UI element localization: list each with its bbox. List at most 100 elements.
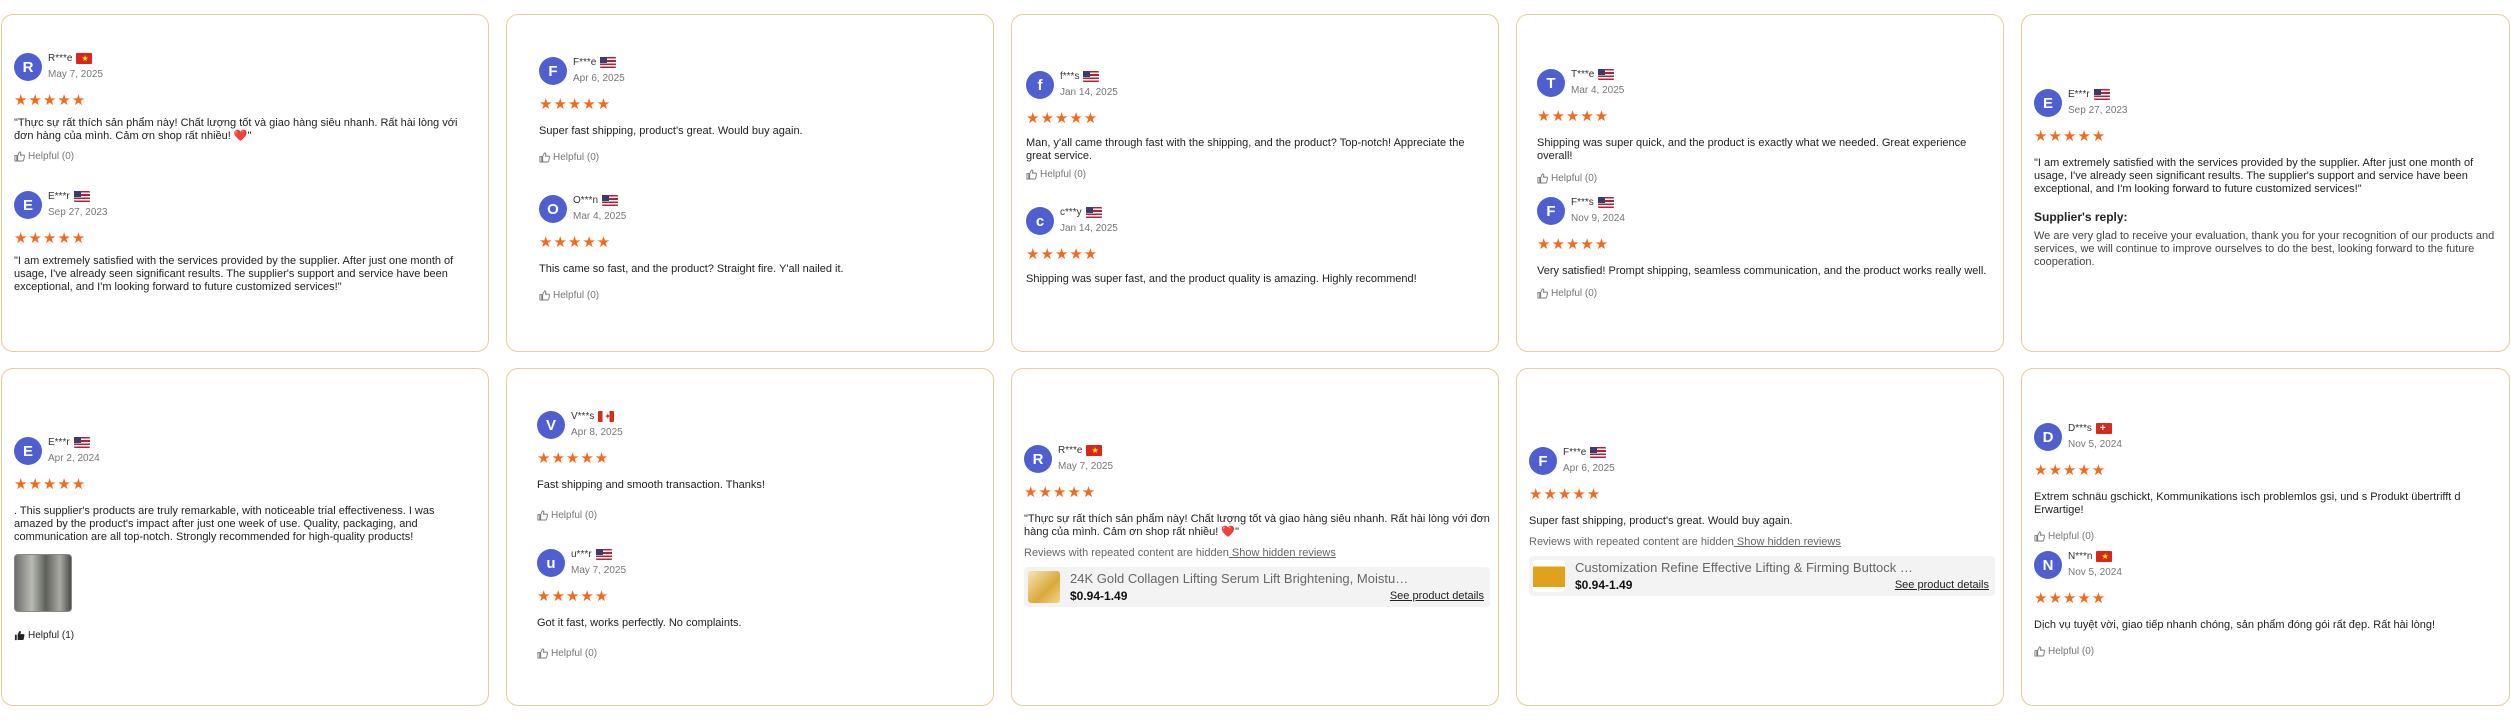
star-rating: ★★★★★ — [539, 234, 612, 251]
star-rating: ★★★★★ — [1529, 486, 1602, 503]
reviewer-name: E***r — [2068, 89, 2110, 100]
review-text: Fast shipping and smooth transaction. Th… — [537, 479, 765, 491]
avatar: R — [14, 53, 42, 81]
review-date: Nov 9, 2024 — [1571, 213, 1625, 224]
review-date: Apr 8, 2025 — [571, 427, 623, 438]
helpful-button[interactable]: Helpful (0) — [1026, 169, 1486, 180]
reviewer-name: F***e — [573, 57, 617, 68]
review-text: Extrem schnäu gschickt, Kommunikations i… — [2034, 491, 2461, 516]
star-rating: ★★★★★ — [1026, 110, 1099, 127]
product-thumbnail — [1028, 571, 1060, 603]
star-rating: ★★★★★ — [1026, 246, 1099, 263]
star-rating: ★★★★★ — [537, 588, 610, 605]
review-item: E E***r Sep 27, 2023 ★★★★★ "I am extremely… — [2034, 89, 2495, 269]
star-rating: ★★★★★ — [2034, 128, 2107, 145]
show-hidden-reviews-link[interactable]: Show hidden reviews — [1734, 536, 1841, 548]
avatar: V — [537, 411, 565, 439]
flag-us-icon — [1598, 69, 1615, 80]
avatar: F — [539, 57, 567, 85]
star-rating: ★★★★★ — [14, 230, 87, 247]
helpful-button[interactable]: Helpful (0) — [14, 151, 476, 162]
helpful-button[interactable]: Helpful (0) — [1537, 288, 1991, 299]
review-item: R R***e ★ May 7, 2025 ★★★★★ "Thực sự rất th… — [1024, 445, 1490, 607]
review-item: R R***e ★ May 7, 2025 ★★★★★ "Thực sự rất th… — [14, 53, 476, 162]
review-text: Super fast shipping, product's great. Wo… — [1529, 515, 1793, 527]
flag-us-icon — [1085, 207, 1102, 218]
thumbs-up-icon — [537, 510, 548, 521]
review-card: E E***r Sep 27, 2023 ★★★★★ "I am extremely… — [2021, 14, 2510, 352]
flag-us-icon — [1597, 197, 1614, 208]
review-card: R R***e ★ May 7, 2025 ★★★★★ "Thực sự rất th… — [1, 14, 489, 352]
product-price: $0.94-1.49 — [1070, 589, 1128, 603]
review-card: T T***e Mar 4, 2025 ★★★★★ Shipping was sup… — [1516, 14, 2004, 352]
reviewer-name: F***e — [1563, 447, 1607, 458]
review-card: f f***s Jan 14, 2025 ★★★★★ Man, y'all came… — [1011, 14, 1499, 352]
star-rating: ★★★★★ — [539, 96, 612, 113]
avatar: F — [1529, 447, 1557, 475]
show-hidden-reviews-link[interactable]: Show hidden reviews — [1229, 547, 1336, 559]
flag-us-icon — [1083, 71, 1100, 82]
flag-vn-icon: ★ — [1086, 445, 1103, 456]
thumbs-up-icon — [539, 152, 550, 163]
supplier-reply-text: We are very glad to receive your evaluat… — [2034, 230, 2495, 268]
see-product-details-link[interactable]: See product details — [1895, 579, 1989, 591]
supplier-reply-title: Supplier's reply: — [2034, 210, 2128, 224]
review-date: Mar 4, 2025 — [573, 211, 627, 222]
product-title[interactable]: 24K Gold Collagen Lifting Serum Lift Bri… — [1070, 571, 1410, 586]
review-item: F F***s Nov 9, 2024 ★★★★★ Very satisfied! … — [1537, 197, 1991, 299]
flag-us-icon — [595, 549, 612, 560]
reviewer-name: E***r — [48, 191, 90, 202]
review-date: Apr 6, 2025 — [573, 73, 625, 84]
flag-us-icon — [1590, 447, 1607, 458]
helpful-button[interactable]: Helpful (0) — [2034, 646, 2501, 657]
flag-us-icon — [600, 57, 617, 68]
review-text: "Thực sự rất thích sản phẩm này! Chất lư… — [1024, 513, 1490, 538]
review-photo[interactable] — [14, 554, 72, 612]
review-card: R R***e ★ May 7, 2025 ★★★★★ "Thực sự rất th… — [1011, 368, 1499, 706]
thumbs-up-icon — [1537, 173, 1548, 184]
helpful-button[interactable]: Helpful (0) — [537, 648, 981, 659]
avatar: f — [1026, 71, 1054, 99]
review-card: F F***e Apr 6, 2025 ★★★★★ Super fast shipp… — [1516, 368, 2004, 706]
review-text: Shipping was super quick, and the produc… — [1537, 137, 1967, 162]
reviewer-name: O***n — [573, 195, 619, 206]
see-product-details-link[interactable]: See product details — [1390, 590, 1484, 602]
thumbs-up-icon — [537, 648, 548, 659]
reviewer-name: T***e — [1571, 69, 1615, 80]
product-card[interactable]: Customization Refine Effective Lifting &… — [1529, 556, 1995, 596]
flag-us-icon — [2093, 89, 2110, 100]
helpful-button[interactable]: Helpful (0) — [539, 152, 981, 163]
reviewer-name: f***s — [1060, 71, 1100, 82]
product-title[interactable]: Customization Refine Effective Lifting &… — [1575, 560, 1915, 575]
reviewer-name: c***y — [1060, 207, 1102, 218]
review-card: E E***r Apr 2, 2024 ★★★★★ . This supplier'… — [1, 368, 489, 706]
helpful-button[interactable]: Helpful (0) — [537, 510, 981, 521]
star-rating: ★★★★★ — [14, 476, 87, 493]
helpful-button[interactable]: Helpful (0) — [1537, 173, 1991, 184]
avatar: F — [1537, 197, 1565, 225]
avatar: u — [537, 549, 565, 577]
flag-ch-icon: + — [2095, 423, 2112, 434]
avatar: R — [1024, 445, 1052, 473]
review-item: c c***y Jan 14, 2025 ★★★★★ Shipping was su… — [1026, 207, 1486, 286]
flag-vn-icon: ★ — [2096, 551, 2113, 562]
review-text: "I am extremely satisfied with the servi… — [2034, 157, 2474, 195]
review-item: F F***e Apr 6, 2025 ★★★★★ Super fast shipp… — [539, 57, 981, 163]
helpful-button[interactable]: Helpful (0) — [539, 290, 981, 301]
flag-vn-icon: ★ — [76, 53, 93, 64]
reviewer-name: R***e ★ — [48, 53, 93, 64]
helpful-button[interactable]: Helpful (1) — [14, 630, 476, 641]
star-rating: ★★★★★ — [1537, 236, 1610, 253]
reviewer-name: R***e ★ — [1058, 445, 1103, 456]
flag-us-icon — [73, 437, 90, 448]
product-card[interactable]: 24K Gold Collagen Lifting Serum Lift Bri… — [1024, 567, 1490, 607]
product-price: $0.94-1.49 — [1575, 578, 1633, 592]
review-item: V V***s ✦ Apr 8, 2025 ★★★★★ Fast shipping a… — [537, 411, 981, 521]
review-item: D D***s + Nov 5, 2024 ★★★★★ Extrem schnäu g… — [2034, 423, 2501, 542]
review-item: u u***r May 7, 2025 ★★★★★ Got it fast, wor… — [537, 549, 981, 659]
avatar: E — [14, 437, 42, 465]
review-text: "Thực sự rất thích sản phẩm này! Chất lư… — [14, 117, 458, 142]
thumbs-up-icon — [1537, 288, 1548, 299]
review-date: May 7, 2025 — [571, 565, 627, 576]
helpful-button[interactable]: Helpful (0) — [2034, 531, 2501, 542]
